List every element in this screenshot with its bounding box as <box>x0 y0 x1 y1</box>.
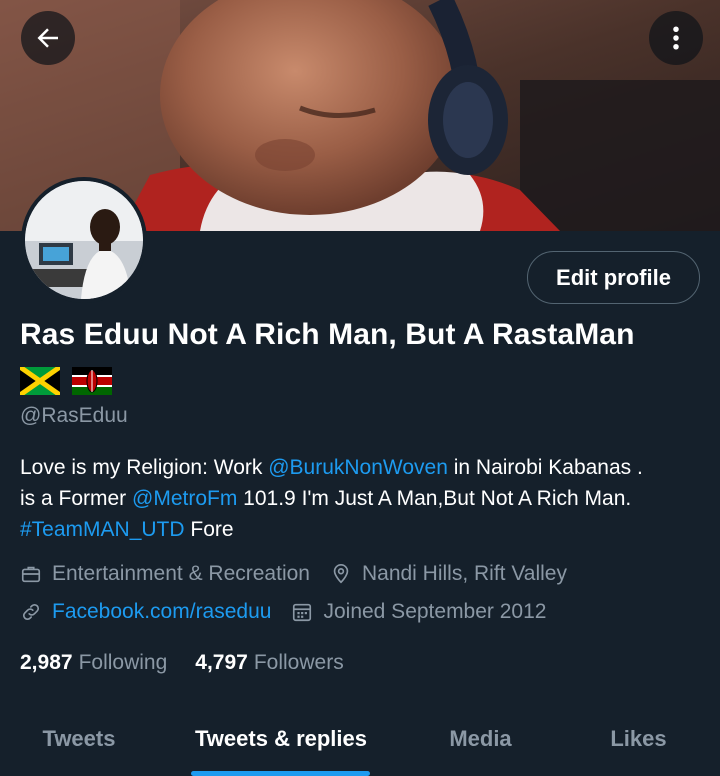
follow-stats: 2,987 Following 4,797 Followers <box>20 651 372 675</box>
tab-tweets[interactable]: Tweets <box>0 706 158 776</box>
profile-avatar[interactable] <box>21 177 147 303</box>
bio-text: Love is my Religion: Work <box>20 456 269 479</box>
followers-count: 4,797 <box>195 651 248 674</box>
website-link[interactable]: Facebook.com/raseduu <box>52 600 271 624</box>
link-icon <box>22 603 40 621</box>
bio-text: 101.9 I'm Just A Man,But Not A Rich Man. <box>237 487 632 510</box>
followers-link[interactable]: 4,797 Followers <box>195 651 343 675</box>
profile-meta-row: Entertainment & Recreation Nandi Hills, … <box>20 562 587 586</box>
bio-line: #TeamMAN_UTD Fore <box>20 514 710 545</box>
tab-tweets-and-replies[interactable]: Tweets & replies <box>158 706 404 776</box>
arrow-left-icon <box>37 28 58 48</box>
tab-label: Media <box>449 726 512 751</box>
following-count: 2,987 <box>20 651 73 674</box>
jamaica-flag-icon <box>20 367 60 395</box>
tab-label: Likes <box>610 726 667 751</box>
location-label: Nandi Hills, Rift Valley <box>361 562 567 585</box>
following-link[interactable]: 2,987 Following <box>20 651 167 675</box>
avatar-image <box>25 181 143 299</box>
following-label: Following <box>78 651 168 674</box>
bio-text: in Nairobi Kabanas . <box>447 456 643 479</box>
followers-label: Followers <box>253 651 344 674</box>
category-label: Entertainment & Recreation <box>52 562 310 585</box>
tab-likes[interactable]: Likes <box>557 706 720 776</box>
user-handle: @RasEduu <box>20 404 128 427</box>
kenya-flag-icon <box>72 367 112 395</box>
active-tab-indicator <box>191 771 370 776</box>
bio-text: is a Former <box>20 487 133 510</box>
category-item: Entertainment & Recreation <box>20 562 310 586</box>
hashtag-link[interactable]: #TeamMAN_UTD <box>20 518 185 541</box>
calendar-icon <box>293 603 312 622</box>
name-flags <box>20 367 112 395</box>
location-pin-icon <box>333 564 349 584</box>
briefcase-icon <box>21 566 41 583</box>
display-name: Ras Eduu Not A Rich Man, But A RastaMan <box>20 318 635 351</box>
back-button[interactable] <box>21 11 75 65</box>
joined-label: Joined September 2012 <box>323 600 547 623</box>
tab-label: Tweets & replies <box>195 726 367 751</box>
profile-bio: Love is my Religion: Work @BurukNonWoven… <box>20 452 710 545</box>
profile-meta-row: Facebook.com/raseduu Joined September 20… <box>20 600 566 624</box>
location-item: Nandi Hills, Rift Valley <box>330 562 567 586</box>
tab-label: Tweets <box>42 726 116 751</box>
edit-profile-button[interactable]: Edit profile <box>527 251 700 304</box>
bio-line: Love is my Religion: Work @BurukNonWoven… <box>20 452 710 483</box>
tab-media[interactable]: Media <box>404 706 557 776</box>
joined-item: Joined September 2012 <box>291 600 546 624</box>
bio-line: is a Former @MetroFm 101.9 I'm Just A Ma… <box>20 483 710 514</box>
more-options-button[interactable] <box>649 11 703 65</box>
website-item[interactable]: Facebook.com/raseduu <box>20 600 271 624</box>
bio-text: Fore <box>184 518 234 541</box>
mention-link[interactable]: @BurukNonWoven <box>268 456 448 479</box>
more-vertical-icon <box>673 26 679 50</box>
profile-tabs: Tweets Tweets & replies Media Likes <box>0 706 720 776</box>
mention-link[interactable]: @MetroFm <box>132 487 237 510</box>
